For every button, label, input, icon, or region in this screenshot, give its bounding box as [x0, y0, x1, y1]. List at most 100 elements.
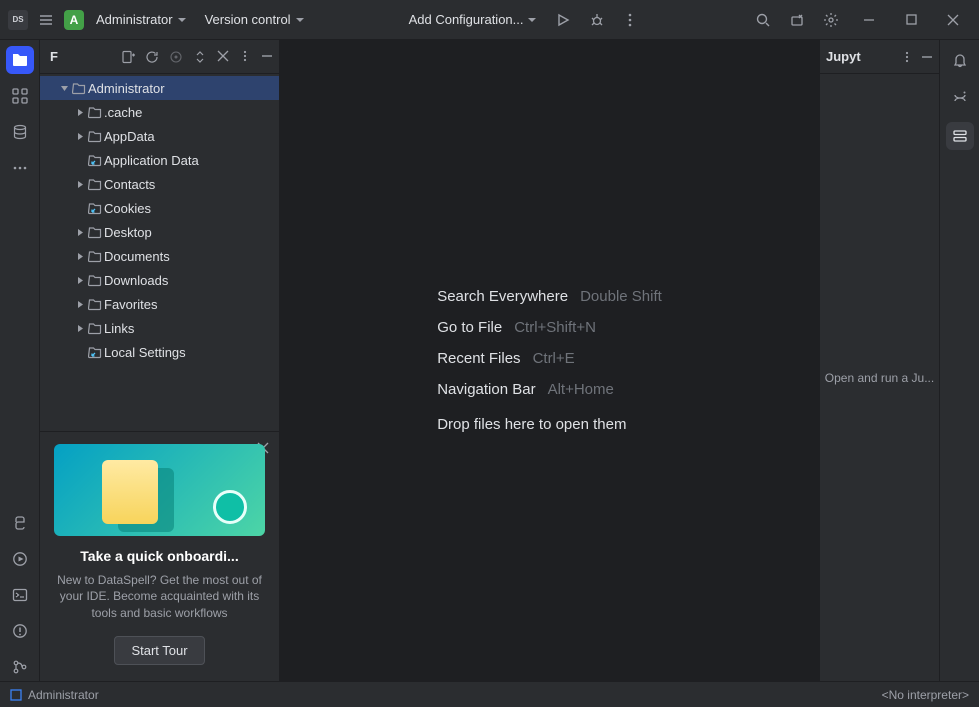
chevron-right-icon[interactable]	[74, 180, 86, 189]
panel-minimize-icon[interactable]	[261, 50, 273, 64]
tree-label: Cookies	[104, 201, 151, 216]
settings-icon[interactable]	[817, 6, 845, 34]
project-badge: A	[64, 10, 84, 30]
target-icon[interactable]	[169, 50, 183, 64]
vcs-tool-icon[interactable]	[6, 653, 34, 681]
refresh-icon[interactable]	[145, 50, 159, 64]
editor-hint[interactable]: Navigation BarAlt+Home	[437, 381, 662, 398]
run-config-dropdown[interactable]: Add Configuration...	[403, 8, 544, 31]
tree-label: Favorites	[104, 297, 157, 312]
project-panel-title: F	[46, 49, 58, 64]
notifications-icon[interactable]	[946, 46, 974, 74]
editor-hint[interactable]: Search Everywhere Double Shift	[437, 288, 662, 305]
tree-row[interactable]: Downloads	[40, 268, 279, 292]
tree-row[interactable]: Links	[40, 316, 279, 340]
chevron-down-icon	[527, 15, 537, 25]
tree-row[interactable]: Desktop	[40, 220, 279, 244]
chevron-down-icon[interactable]	[58, 84, 70, 93]
folder-icon	[86, 321, 104, 335]
status-project-icon	[10, 689, 22, 701]
hint-label: Go to File	[437, 319, 502, 336]
panel-minimize-icon[interactable]	[921, 51, 933, 63]
main-menu-icon[interactable]	[34, 8, 58, 32]
chevron-right-icon[interactable]	[74, 228, 86, 237]
start-tour-button[interactable]: Start Tour	[114, 636, 204, 665]
vcs-dropdown[interactable]: Version control	[199, 8, 311, 31]
vcs-label: Version control	[205, 12, 291, 27]
editor-hint[interactable]: Go to File Ctrl+Shift+N	[437, 319, 662, 336]
terminal-tool-icon[interactable]	[6, 581, 34, 609]
folder-icon	[86, 105, 104, 119]
window-minimize[interactable]	[851, 6, 887, 34]
project-tree[interactable]: Administrator.cache AppData Application Da…	[40, 74, 279, 431]
hint-label: Search Everywhere	[437, 288, 568, 305]
expand-collapse-icon[interactable]	[193, 50, 207, 64]
chevron-down-icon	[177, 15, 187, 25]
tree-label: Links	[104, 321, 134, 336]
left-rail	[0, 40, 40, 681]
titlebar: DS A Administrator Version control Add C…	[0, 0, 979, 40]
chevron-right-icon[interactable]	[74, 252, 86, 261]
hint-label: Recent Files	[437, 350, 520, 367]
structure-tool-icon[interactable]	[6, 82, 34, 110]
status-project-name[interactable]: Administrator	[28, 688, 99, 702]
tree-row[interactable]: Contacts	[40, 172, 279, 196]
tree-row[interactable]: AppData	[40, 124, 279, 148]
onboarding-description: New to DataSpell? Get the most out of yo…	[54, 572, 265, 622]
project-tool-icon[interactable]	[6, 46, 34, 74]
onboarding-card: Take a quick onboardi... New to DataSpel…	[40, 431, 279, 681]
editor-hints: Search Everywhere Double Shift Go to File C…	[437, 288, 662, 433]
status-interpreter[interactable]: <No interpreter>	[882, 688, 969, 702]
panel-more-icon[interactable]	[901, 51, 913, 63]
chevron-right-icon[interactable]	[74, 132, 86, 141]
chevron-right-icon[interactable]	[74, 324, 86, 333]
debug-icon[interactable]	[583, 6, 611, 34]
editor-area[interactable]: Search Everywhere Double Shift Go to File C…	[280, 40, 819, 681]
editor-hint[interactable]: Recent FilesCtrl+E	[437, 350, 662, 367]
python-console-icon[interactable]	[6, 509, 34, 537]
tree-label: Documents	[104, 249, 170, 264]
jupyter-variables-icon[interactable]	[946, 122, 974, 150]
tree-row[interactable]: Favorites	[40, 292, 279, 316]
tree-row[interactable]: Application Data	[40, 148, 279, 172]
folder-shortcut-icon	[86, 153, 104, 167]
chevron-right-icon[interactable]	[74, 300, 86, 309]
more-tools-icon[interactable]	[6, 154, 34, 182]
right-panel-body: Open and run a Ju...	[820, 74, 939, 681]
window-close[interactable]	[935, 6, 971, 34]
tree-row[interactable]: Cookies	[40, 196, 279, 220]
folder-shortcut-icon	[86, 345, 104, 359]
status-bar: Administrator <No interpreter>	[0, 681, 979, 707]
app-logo: DS	[8, 10, 28, 30]
window-maximize[interactable]	[893, 6, 929, 34]
project-dropdown[interactable]: Administrator	[90, 8, 193, 31]
hint-label: Navigation Bar	[437, 381, 535, 398]
panel-more-icon[interactable]	[239, 50, 251, 64]
tree-row[interactable]: .cache	[40, 100, 279, 124]
chevron-down-icon	[295, 15, 305, 25]
hint-shortcut: Double Shift	[580, 288, 662, 305]
right-panel-header: Jupyt	[820, 40, 939, 74]
tree-row[interactable]: Administrator	[40, 76, 279, 100]
run-icon[interactable]	[549, 6, 577, 34]
search-icon[interactable]	[749, 6, 777, 34]
folder-icon	[86, 177, 104, 191]
tree-row[interactable]: Documents	[40, 244, 279, 268]
problems-tool-icon[interactable]	[6, 617, 34, 645]
tree-row[interactable]: Local Settings	[40, 340, 279, 364]
hint-shortcut: Ctrl+Shift+N	[514, 319, 596, 336]
close-panel-icon[interactable]	[217, 50, 229, 64]
tree-label: AppData	[104, 129, 155, 144]
updates-icon[interactable]	[783, 6, 811, 34]
new-file-icon[interactable]	[121, 50, 135, 64]
chevron-right-icon[interactable]	[74, 276, 86, 285]
onboarding-title: Take a quick onboardi...	[54, 548, 265, 564]
run-tool-icon[interactable]	[6, 545, 34, 573]
tree-label: Contacts	[104, 177, 155, 192]
chevron-right-icon[interactable]	[74, 108, 86, 117]
more-icon[interactable]	[617, 7, 643, 33]
database-tool-icon[interactable]	[6, 118, 34, 146]
tree-label: Desktop	[104, 225, 152, 240]
jupyter-server-icon[interactable]	[946, 84, 974, 112]
project-panel-header: F	[40, 40, 279, 74]
